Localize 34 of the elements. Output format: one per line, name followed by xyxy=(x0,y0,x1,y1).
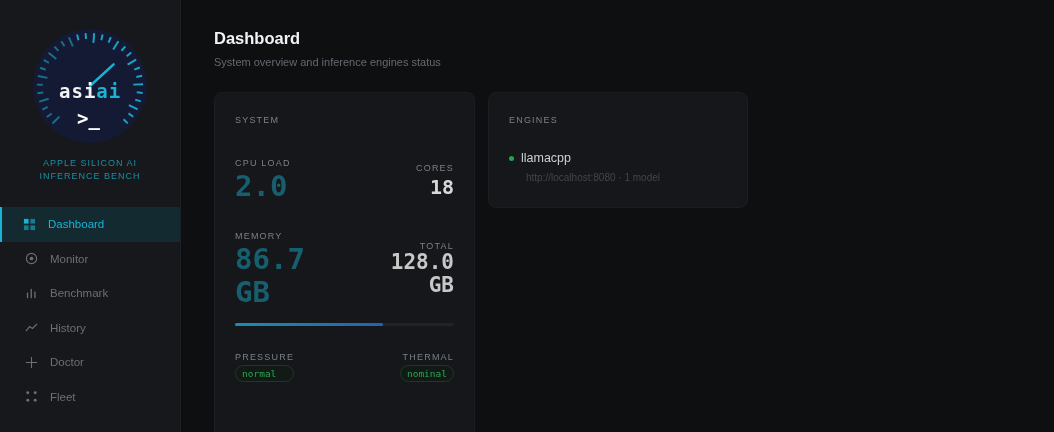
metric-label: THERMAL xyxy=(402,352,454,362)
status-badge: normal xyxy=(235,365,295,382)
nav-item[interactable]: History xyxy=(0,310,180,345)
cpu-load-value: 2.0 xyxy=(235,170,289,203)
logo-wordmark: asiai xyxy=(59,80,122,102)
metric-label: CPU LOAD xyxy=(235,158,291,168)
metric-label: CORES xyxy=(416,163,454,173)
total-memory-value: 128.0 xyxy=(390,251,454,274)
page-subtitle: System overview and inference engines status xyxy=(214,56,442,68)
memory-value: 86.7 xyxy=(235,243,305,276)
grid-icon xyxy=(23,217,36,231)
metric-label: MEMORY xyxy=(235,231,284,241)
page-title: Dashboard xyxy=(214,29,302,48)
engine-name: llamacpp xyxy=(521,151,572,165)
cores-value: 18 xyxy=(429,175,454,199)
logo-prompt: >_ xyxy=(77,107,100,129)
gauge-logo-icon xyxy=(31,27,149,145)
nav-item[interactable]: Benchmark xyxy=(0,276,180,311)
memory-unit: GB xyxy=(235,276,271,309)
nav-item[interactable]: Monitor xyxy=(0,241,180,276)
metric-label: TOTAL xyxy=(419,241,454,251)
plus-icon xyxy=(25,355,38,369)
target-icon xyxy=(25,252,38,266)
card-heading: ENGINES xyxy=(509,115,559,125)
card-heading: SYSTEM xyxy=(235,115,281,125)
nav-item[interactable]: Doctor xyxy=(0,345,180,380)
bar-chart-icon xyxy=(25,286,38,300)
nav-item[interactable]: Dashboard xyxy=(0,207,180,242)
total-memory-unit: GB xyxy=(428,274,454,297)
tagline: APPLE SILICON AI INFERENCE BENCH xyxy=(38,157,142,183)
dots-icon xyxy=(25,390,38,404)
status-badge: nominal xyxy=(399,365,454,382)
nav-item[interactable]: Fleet xyxy=(0,379,180,414)
metric-label: PRESSURE xyxy=(235,352,295,362)
